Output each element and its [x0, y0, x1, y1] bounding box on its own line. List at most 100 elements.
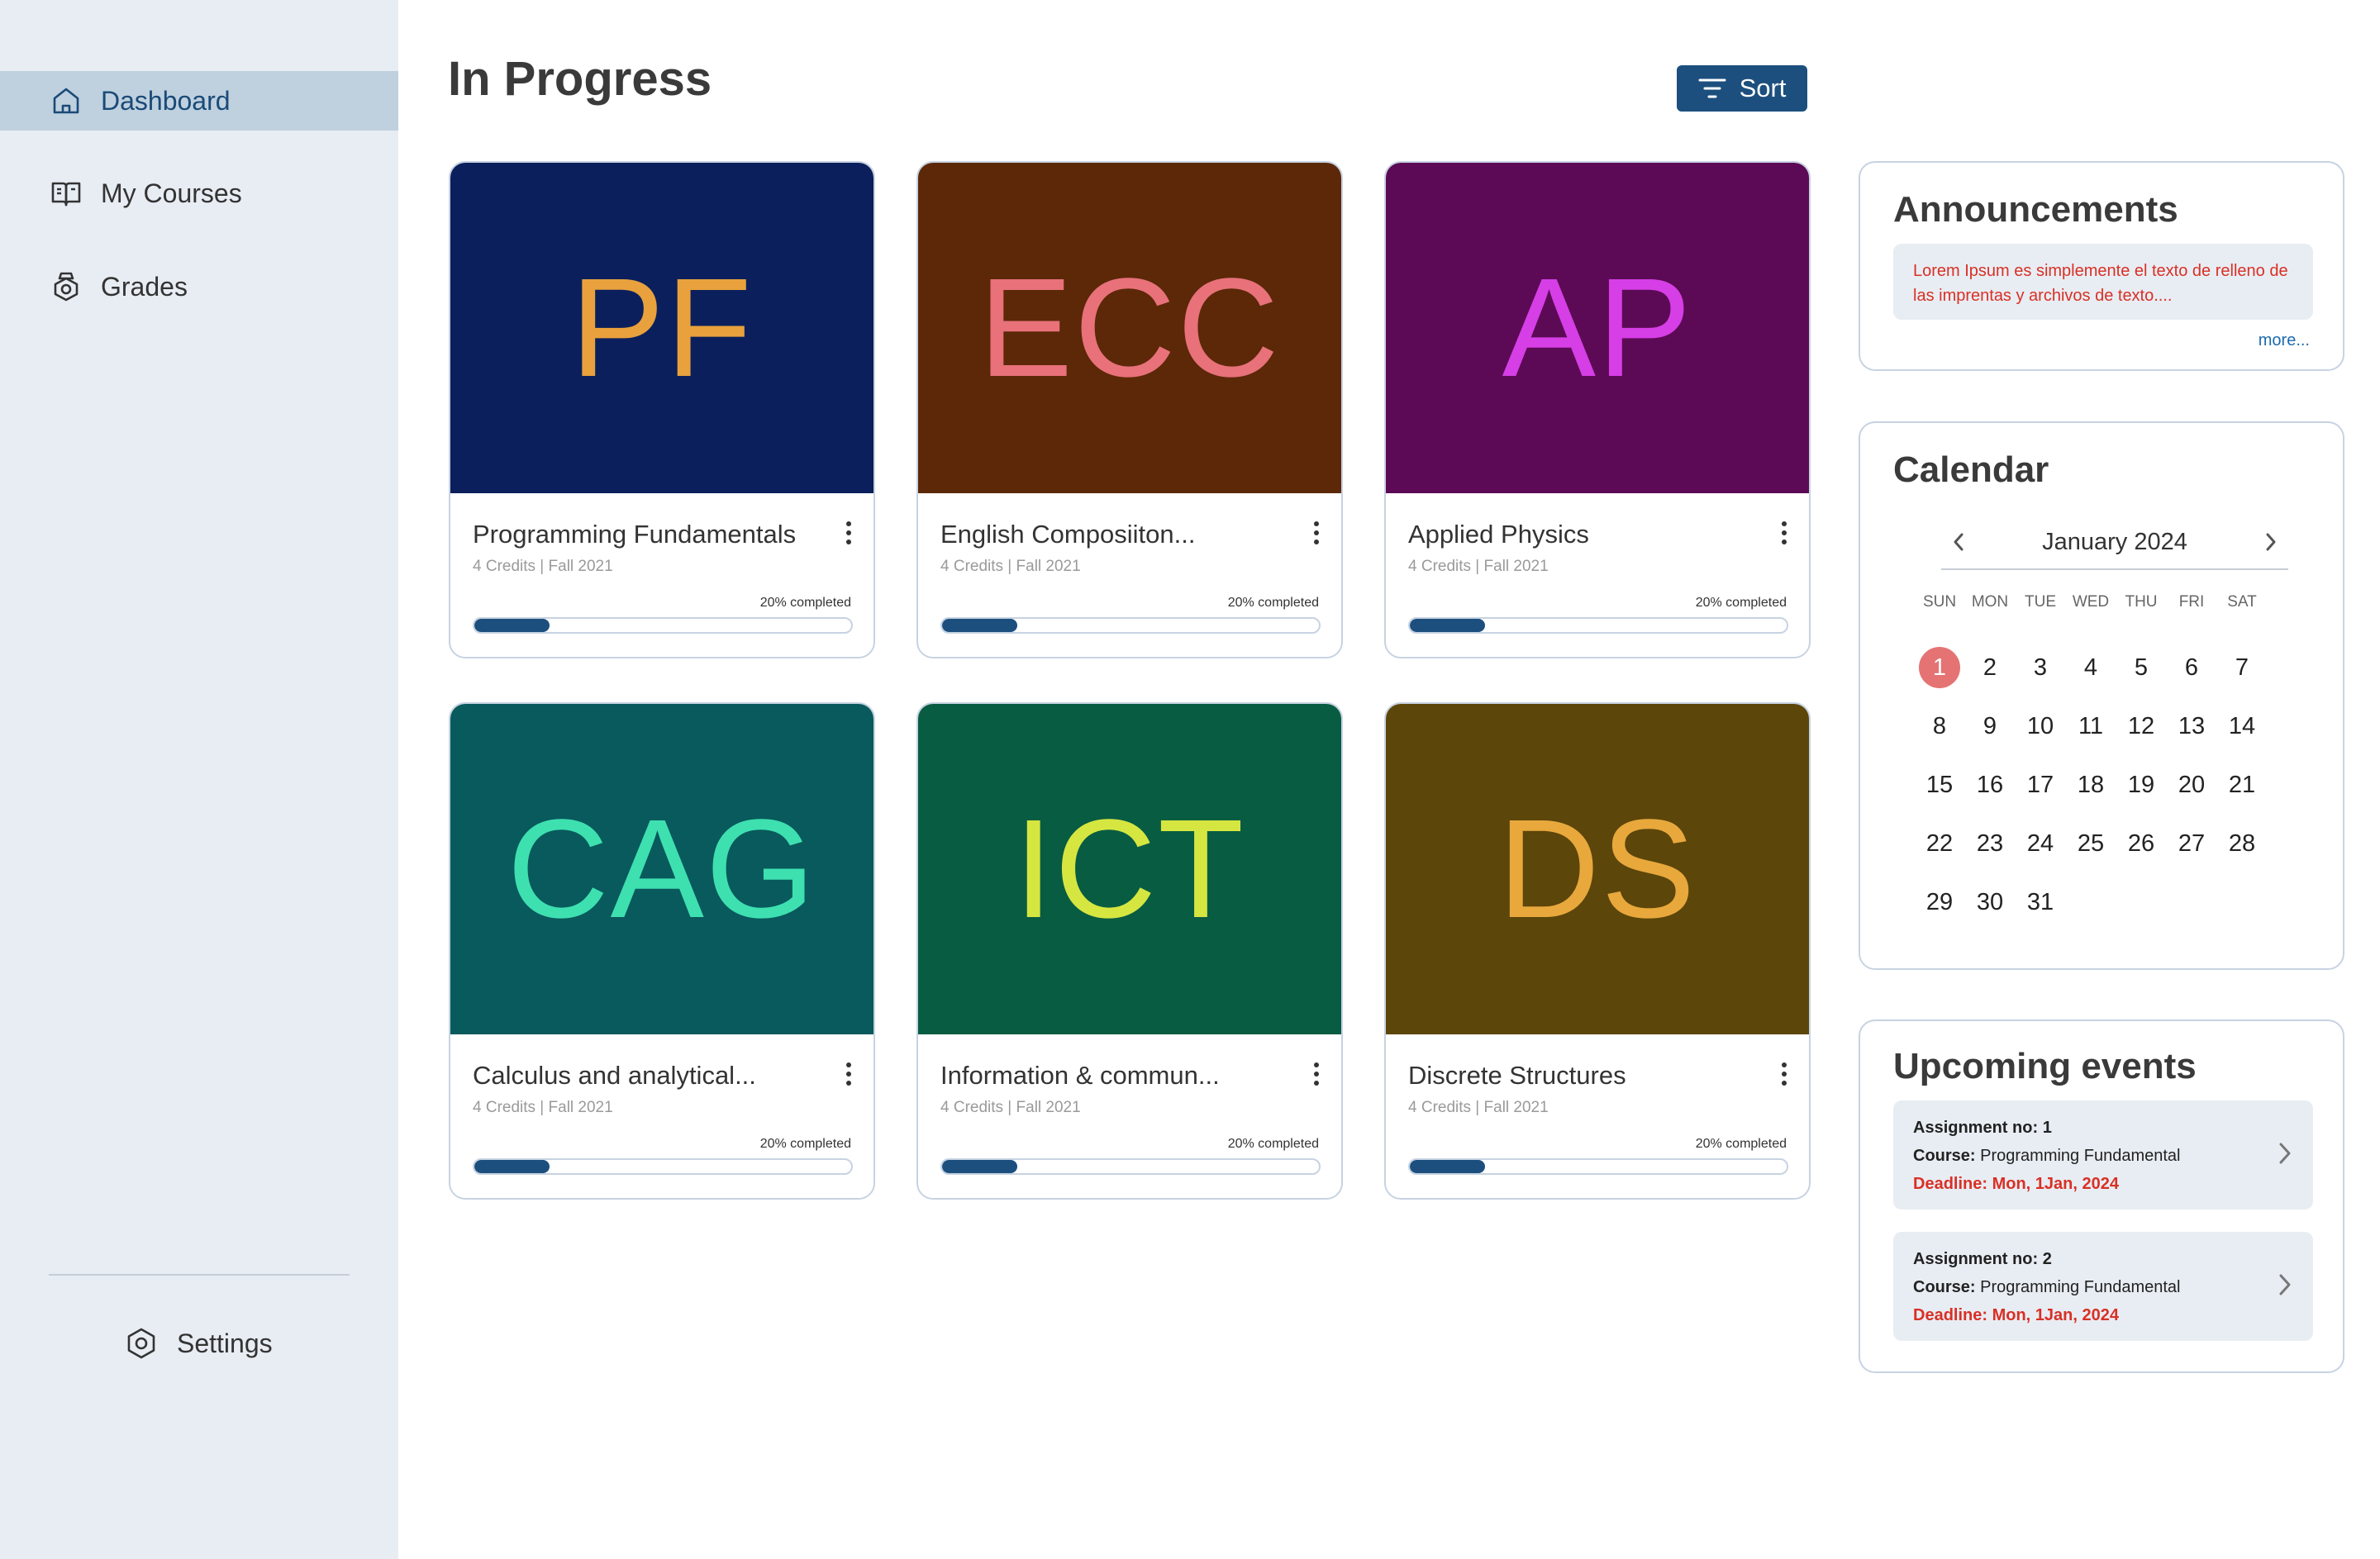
calendar-day[interactable]: 5	[2121, 647, 2162, 688]
course-banner: DS	[1386, 704, 1809, 1034]
settings-label: Settings	[177, 1328, 273, 1358]
course-label: Course:	[1913, 1278, 1976, 1296]
progress-fill	[1410, 619, 1486, 632]
calendar-day[interactable]: 22	[1919, 823, 1960, 864]
calendar-day[interactable]: 28	[2221, 823, 2263, 864]
sidebar-item-grades[interactable]: Grades	[0, 257, 398, 316]
calendar-day[interactable]: 24	[2020, 823, 2061, 864]
events-panel: Upcoming events Assignment no: 1 Course:…	[1859, 1020, 2344, 1373]
calendar-day[interactable]: 25	[2070, 823, 2111, 864]
course-title: Applied Physics	[1408, 520, 1589, 549]
calendar-day[interactable]: 13	[2171, 706, 2212, 747]
course-meta: 4 Credits | Fall 2021	[1408, 1099, 1549, 1116]
progress-text: 20% completed	[1695, 596, 1787, 610]
progress-text: 20% completed	[1695, 1137, 1787, 1151]
more-link[interactable]: more...	[2259, 331, 2310, 350]
announcement-item: Lorem Ipsum es simplemente el texto de r…	[1893, 244, 2313, 320]
calendar-day[interactable]: 9	[1969, 706, 2011, 747]
event-item[interactable]: Assignment no: 2 Course: Programming Fun…	[1893, 1232, 2313, 1341]
event-deadline: Deadline: Mon, 1Jan, 2024	[1913, 1306, 2119, 1324]
calendar-day[interactable]: 19	[2121, 764, 2162, 806]
calendar-day[interactable]: 27	[2171, 823, 2212, 864]
calendar-month: January 2024	[2042, 529, 2187, 555]
progress-text: 20% completed	[759, 596, 851, 610]
calendar-day[interactable]: 6	[2171, 647, 2212, 688]
calendar-weekday: MON	[1971, 593, 2009, 611]
course-card-ict[interactable]: ICT Information & commun... 4 Credits | …	[916, 702, 1343, 1200]
calendar-day[interactable]: 23	[1969, 823, 2011, 864]
course-meta: 4 Credits | Fall 2021	[473, 558, 613, 575]
sidebar-item-dashboard[interactable]: Dashboard	[0, 71, 398, 131]
chevron-right-icon[interactable]	[2259, 527, 2283, 557]
sidebar-divider	[49, 1274, 350, 1276]
home-icon	[50, 84, 83, 117]
course-code: PF	[570, 250, 754, 406]
calendar-day[interactable]: 12	[2121, 706, 2162, 747]
calendar-weekday: TUE	[2025, 593, 2056, 611]
chevron-right-icon	[2275, 1138, 2295, 1168]
calendar-day[interactable]: 21	[2221, 764, 2263, 806]
calendar-nav: January 2024	[1941, 520, 2288, 570]
calendar-day[interactable]: 11	[2070, 706, 2111, 747]
course-title: Information & commun...	[940, 1061, 1220, 1090]
progress-bar	[473, 617, 853, 634]
more-vertical-icon[interactable]	[1774, 1058, 1794, 1091]
calendar-day[interactable]: 10	[2020, 706, 2061, 747]
course-meta: 4 Credits | Fall 2021	[940, 558, 1081, 575]
course-code: AP	[1502, 250, 1693, 406]
course-card-ds[interactable]: DS Discrete Structures 4 Credits | Fall …	[1384, 702, 1811, 1200]
calendar-day[interactable]: 7	[2221, 647, 2263, 688]
calendar-day[interactable]: 4	[2070, 647, 2111, 688]
sort-button[interactable]: Sort	[1677, 65, 1807, 112]
event-item[interactable]: Assignment no: 1 Course: Programming Fun…	[1893, 1100, 2313, 1210]
course-code: CAG	[507, 791, 817, 948]
announcements-panel: Announcements Lorem Ipsum es simplemente…	[1859, 161, 2344, 371]
calendar-day[interactable]: 1	[1919, 647, 1960, 688]
calendar-day[interactable]: 26	[2121, 823, 2162, 864]
sidebar: Dashboard My Courses Grades Settings	[0, 0, 398, 1559]
course-code: DS	[1497, 791, 1697, 948]
book-icon	[50, 177, 83, 210]
more-vertical-icon[interactable]	[1307, 1058, 1326, 1091]
sidebar-item-my-courses[interactable]: My Courses	[0, 164, 398, 223]
calendar-day[interactable]: 29	[1919, 882, 1960, 923]
calendar-day[interactable]: 18	[2070, 764, 2111, 806]
calendar-day[interactable]: 30	[1969, 882, 2011, 923]
progress-text: 20% completed	[1227, 596, 1319, 610]
page-title: In Progress	[448, 52, 712, 106]
calendar-day[interactable]: 3	[2020, 647, 2061, 688]
progress-fill	[1410, 1160, 1486, 1173]
calendar-day[interactable]: 20	[2171, 764, 2212, 806]
calendar-day[interactable]: 2	[1969, 647, 2011, 688]
course-card-pf[interactable]: PF Programming Fundamentals 4 Credits | …	[449, 161, 875, 658]
calendar-panel: Calendar January 2024 SUN MON TUE WED THU FRI…	[1859, 421, 2344, 970]
course-card-ap[interactable]: AP Applied Physics 4 Credits | Fall 2021…	[1384, 161, 1811, 658]
more-vertical-icon[interactable]	[839, 1058, 859, 1091]
course-code: ICT	[1014, 791, 1245, 948]
course-card-ecc[interactable]: ECC English Composiiton... 4 Credits | F…	[916, 161, 1343, 658]
settings-icon	[124, 1326, 159, 1361]
course-banner: CAG	[450, 704, 873, 1034]
assignment-label: Assignment no:	[1913, 1250, 2039, 1268]
course-card-cag[interactable]: CAG Calculus and analytical... 4 Credits…	[449, 702, 875, 1200]
calendar-day[interactable]: 8	[1919, 706, 1960, 747]
more-vertical-icon[interactable]	[1307, 516, 1326, 549]
course-banner: PF	[450, 163, 873, 493]
course-title: Calculus and analytical...	[473, 1061, 756, 1090]
event-course: Programming Fundamental	[1980, 1278, 2181, 1296]
course-banner: AP	[1386, 163, 1809, 493]
calendar-day[interactable]: 17	[2020, 764, 2061, 806]
calendar-day[interactable]: 15	[1919, 764, 1960, 806]
progress-fill	[942, 1160, 1018, 1173]
calendar-day[interactable]: 16	[1969, 764, 2011, 806]
settings-button[interactable]: Settings	[124, 1314, 273, 1373]
course-meta: 4 Credits | Fall 2021	[940, 1099, 1081, 1116]
calendar-day[interactable]: 14	[2221, 706, 2263, 747]
calendar-weekday: THU	[2125, 593, 2158, 611]
course-meta: 4 Credits | Fall 2021	[1408, 558, 1549, 575]
progress-fill	[474, 1160, 550, 1173]
progress-fill	[474, 619, 550, 632]
more-vertical-icon[interactable]	[1774, 516, 1794, 549]
calendar-day[interactable]: 31	[2020, 882, 2061, 923]
more-vertical-icon[interactable]	[839, 516, 859, 549]
